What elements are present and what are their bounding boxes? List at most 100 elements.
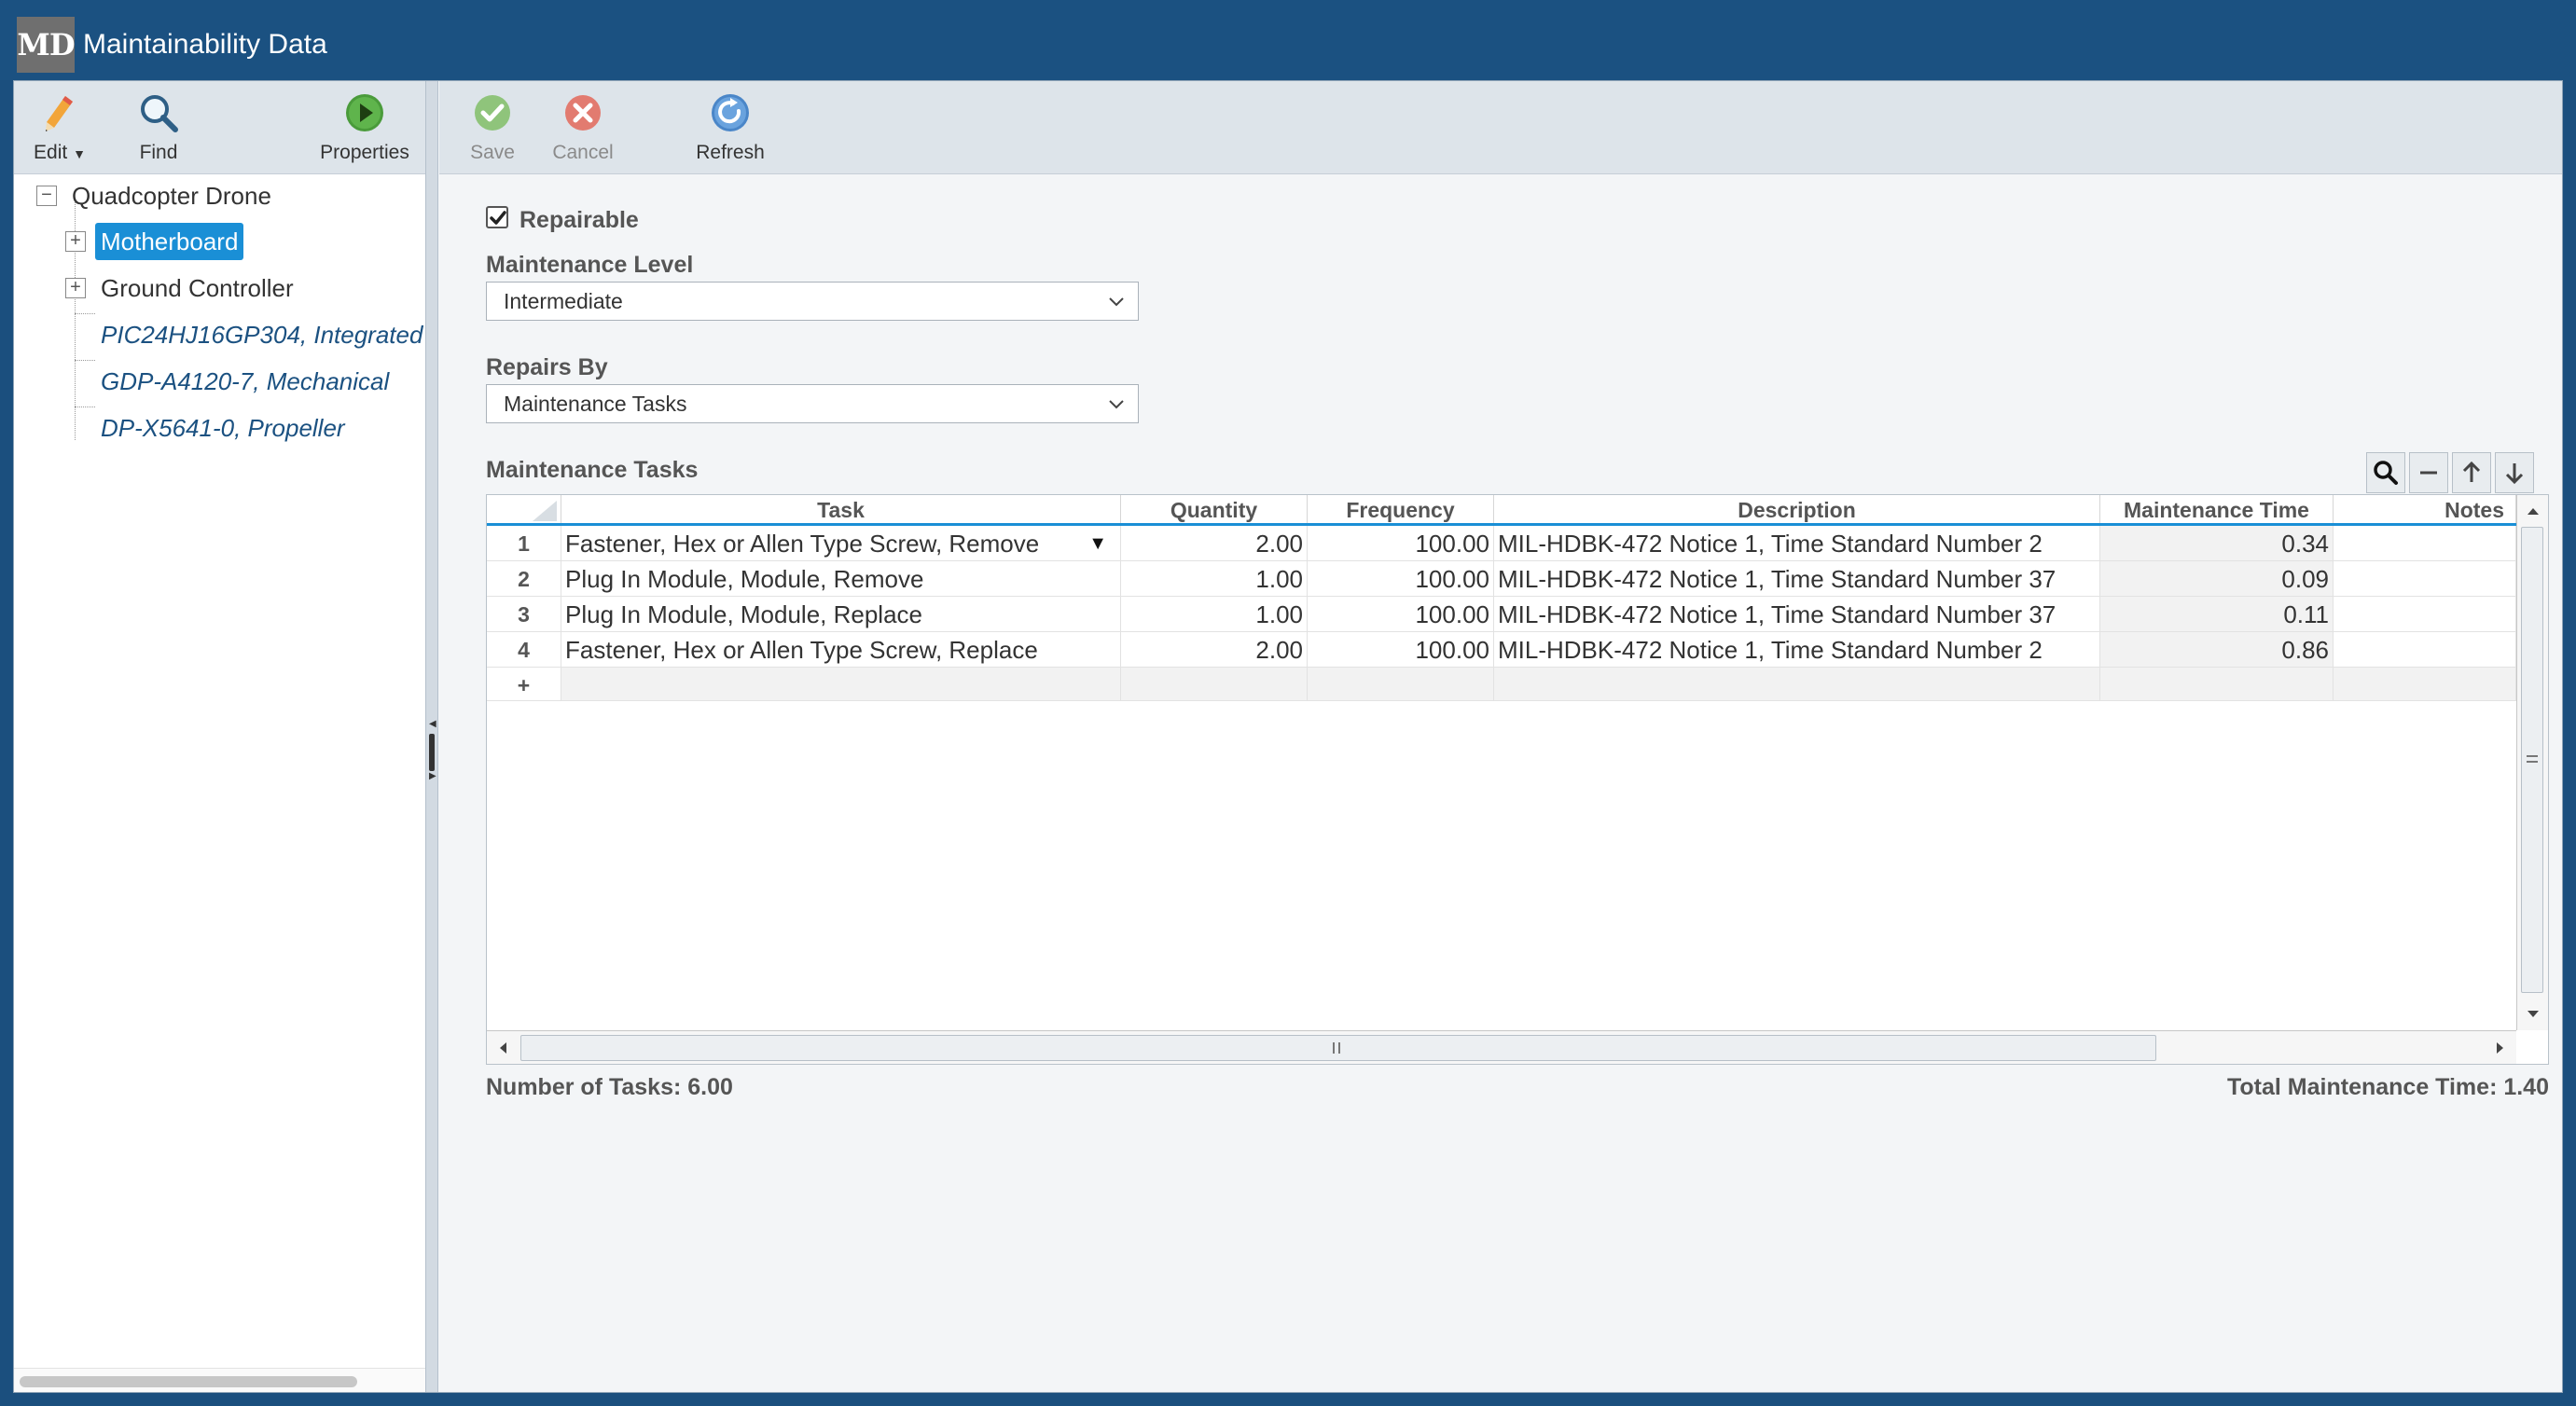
tree-node-label: GDP-A4120-7, Mechanical bbox=[101, 367, 390, 395]
notes-cell[interactable] bbox=[2334, 597, 2516, 632]
notes-cell[interactable] bbox=[2334, 526, 2516, 561]
refresh-button[interactable]: Refresh bbox=[684, 81, 777, 174]
row-number: 3 bbox=[487, 597, 561, 632]
quantity-cell[interactable]: 2.00 bbox=[1121, 526, 1308, 561]
empty-cell[interactable] bbox=[1308, 668, 1494, 701]
description-cell[interactable]: MIL-HDBK-472 Notice 1, Time Standard Num… bbox=[1494, 526, 2100, 561]
maintenance-tasks-label: Maintenance Tasks bbox=[486, 457, 699, 483]
empty-cell[interactable] bbox=[1494, 668, 2100, 701]
quantity-cell[interactable]: 1.00 bbox=[1121, 597, 1308, 632]
app-title: Maintainability Data bbox=[83, 29, 327, 60]
maintenance-level-value: Intermediate bbox=[504, 289, 623, 313]
grid-corner[interactable] bbox=[487, 495, 561, 523]
task-count: Number of Tasks: 6.00 bbox=[486, 1074, 733, 1100]
empty-cell[interactable] bbox=[2100, 668, 2334, 701]
grid-move-up-button[interactable] bbox=[2452, 452, 2491, 493]
task-cell[interactable]: Fastener, Hex or Allen Type Screw, Repla… bbox=[561, 632, 1121, 668]
frequency-cell[interactable]: 100.00 bbox=[1308, 632, 1494, 668]
grid-vertical-scrollbar[interactable] bbox=[2516, 495, 2548, 1030]
tree-horizontal-scrollbar[interactable] bbox=[14, 1368, 425, 1392]
refresh-icon bbox=[712, 94, 749, 131]
add-row[interactable]: + bbox=[487, 668, 2516, 701]
left-pane: Edit ▼ Find Properties − Quadcopter Dron… bbox=[14, 81, 425, 1392]
tree-node-gdp[interactable]: GDP-A4120-7, Mechanical bbox=[101, 361, 389, 402]
row-number: 2 bbox=[487, 561, 561, 597]
app-logo: MD bbox=[17, 17, 76, 73]
column-header-task[interactable]: Task bbox=[561, 495, 1121, 523]
description-cell[interactable]: MIL-HDBK-472 Notice 1, Time Standard Num… bbox=[1494, 632, 2100, 668]
window-frame: Edit ▼ Find Properties − Quadcopter Dron… bbox=[13, 80, 2563, 1393]
grid-search-button[interactable] bbox=[2366, 452, 2405, 493]
tree-node-ground-controller[interactable]: + Ground Controller bbox=[14, 268, 424, 309]
grid-delete-row-button[interactable] bbox=[2409, 452, 2448, 493]
grid-horizontal-scrollbar[interactable] bbox=[487, 1030, 2516, 1064]
arrow-up-icon bbox=[2462, 461, 2481, 482]
dropdown-arrow-icon[interactable]: ▼ bbox=[1088, 526, 1107, 560]
table-row[interactable]: 4 Fastener, Hex or Allen Type Screw, Repl… bbox=[487, 632, 2516, 668]
tree-node-pic24[interactable]: PIC24HJ16GP304, Integrated bbox=[101, 314, 422, 355]
scroll-right-icon[interactable] bbox=[2486, 1031, 2514, 1065]
scrollbar-thumb[interactable] bbox=[20, 1376, 357, 1387]
arrow-right-icon: ▶ bbox=[429, 771, 436, 781]
save-button[interactable]: Save bbox=[460, 81, 525, 174]
quantity-cell[interactable]: 1.00 bbox=[1121, 561, 1308, 597]
scroll-down-icon[interactable] bbox=[2517, 1000, 2549, 1028]
table-row[interactable]: 1 Fastener, Hex or Allen Type Screw, Remo… bbox=[487, 526, 2516, 561]
table-row[interactable]: 3 Plug In Module, Module, Replace 1.00 100.… bbox=[487, 597, 2516, 632]
tree-node-label: DP-X5641-0, Propeller bbox=[101, 414, 345, 442]
maintenance-time-cell[interactable]: 0.09 bbox=[2100, 561, 2334, 597]
column-header-description[interactable]: Description bbox=[1494, 495, 2100, 523]
caret-down-icon: ▼ bbox=[73, 146, 86, 161]
scrollbar-thumb[interactable] bbox=[2521, 527, 2543, 993]
maintenance-time-cell[interactable]: 0.11 bbox=[2100, 597, 2334, 632]
maintenance-time-cell[interactable]: 0.86 bbox=[2100, 632, 2334, 668]
maintenance-time-cell[interactable]: 0.34 bbox=[2100, 526, 2334, 561]
collapse-icon[interactable]: − bbox=[36, 186, 57, 206]
notes-cell[interactable] bbox=[2334, 561, 2516, 597]
find-label: Find bbox=[139, 142, 178, 163]
cancel-label: Cancel bbox=[552, 142, 614, 163]
repairs-by-label: Repairs By bbox=[486, 354, 608, 380]
quantity-cell[interactable]: 2.00 bbox=[1121, 632, 1308, 668]
description-cell[interactable]: MIL-HDBK-472 Notice 1, Time Standard Num… bbox=[1494, 561, 2100, 597]
check-icon bbox=[490, 211, 506, 225]
pane-splitter[interactable]: ◀ ▶ bbox=[425, 81, 438, 1392]
grid-move-down-button[interactable] bbox=[2495, 452, 2534, 493]
row-number: 4 bbox=[487, 632, 561, 668]
scrollbar-thumb[interactable] bbox=[520, 1035, 2156, 1061]
frequency-cell[interactable]: 100.00 bbox=[1308, 526, 1494, 561]
maintenance-level-select[interactable]: Intermediate bbox=[486, 282, 1139, 321]
column-header-notes[interactable]: Notes bbox=[2334, 495, 2516, 523]
scroll-left-icon[interactable] bbox=[489, 1031, 517, 1065]
checkmark-icon bbox=[475, 95, 510, 131]
cancel-button[interactable]: Cancel bbox=[546, 81, 620, 174]
expand-icon[interactable]: + bbox=[65, 278, 86, 298]
empty-cell[interactable] bbox=[2334, 668, 2516, 701]
properties-button[interactable]: Properties bbox=[312, 81, 417, 174]
table-row[interactable]: 2 Plug In Module, Module, Remove 1.00 100.0… bbox=[487, 561, 2516, 597]
find-button[interactable]: Find bbox=[126, 81, 191, 174]
add-row-icon[interactable]: + bbox=[487, 668, 561, 701]
task-cell[interactable]: Fastener, Hex or Allen Type Screw, Remov… bbox=[561, 526, 1121, 561]
splitter-grip[interactable] bbox=[429, 734, 435, 771]
task-cell[interactable]: Plug In Module, Module, Replace bbox=[561, 597, 1121, 632]
arrow-left-icon: ◀ bbox=[429, 719, 436, 729]
edit-button[interactable]: Edit ▼ bbox=[27, 81, 92, 174]
empty-cell[interactable] bbox=[1121, 668, 1308, 701]
task-cell[interactable]: Plug In Module, Module, Remove bbox=[561, 561, 1121, 597]
repairable-checkbox[interactable] bbox=[486, 206, 508, 228]
repairs-by-select[interactable]: Maintenance Tasks bbox=[486, 384, 1139, 423]
row-number: 1 bbox=[487, 526, 561, 561]
tree-node-dp[interactable]: DP-X5641-0, Propeller bbox=[101, 407, 345, 448]
column-header-maintenance-time[interactable]: Maintenance Time bbox=[2100, 495, 2334, 523]
description-cell[interactable]: MIL-HDBK-472 Notice 1, Time Standard Num… bbox=[1494, 597, 2100, 632]
column-header-frequency[interactable]: Frequency bbox=[1308, 495, 1494, 523]
expand-icon[interactable]: + bbox=[65, 231, 86, 252]
empty-cell[interactable] bbox=[561, 668, 1121, 701]
frequency-cell[interactable]: 100.00 bbox=[1308, 597, 1494, 632]
scroll-up-icon[interactable] bbox=[2517, 497, 2549, 525]
column-header-quantity[interactable]: Quantity bbox=[1121, 495, 1308, 523]
tree-node-motherboard[interactable]: + Motherboard bbox=[14, 221, 424, 262]
frequency-cell[interactable]: 100.00 bbox=[1308, 561, 1494, 597]
notes-cell[interactable] bbox=[2334, 632, 2516, 668]
